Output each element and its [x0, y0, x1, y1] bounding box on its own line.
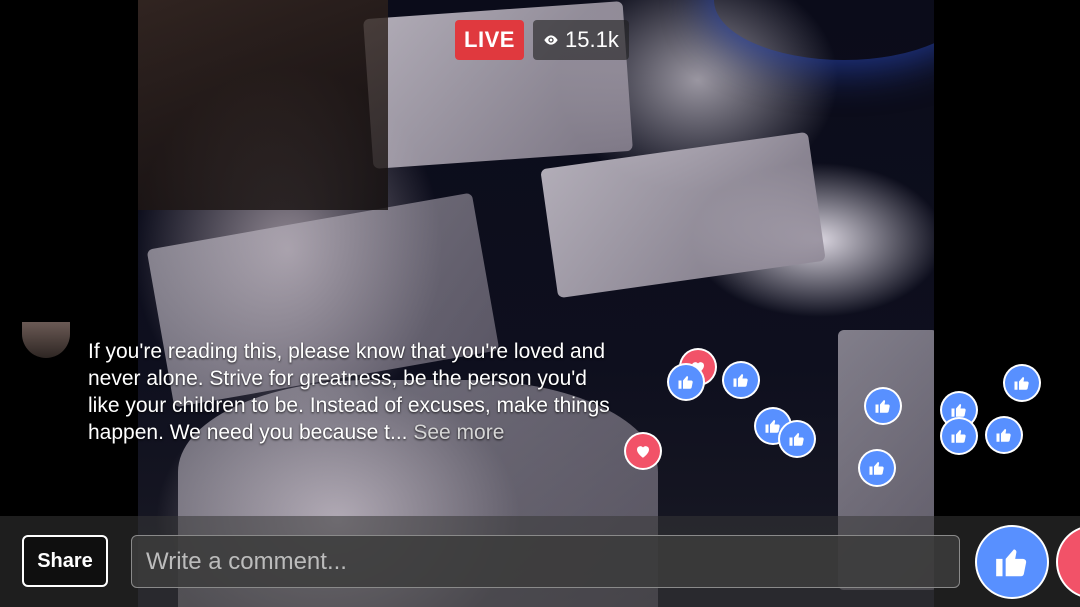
eye-icon: [544, 35, 558, 45]
like-button[interactable]: [977, 527, 1047, 597]
thumbs-up-icon: [987, 418, 1021, 452]
live-badge: LIVE: [455, 20, 524, 60]
station-equipment: [138, 0, 388, 210]
thumbs-up-icon: [942, 419, 976, 453]
thumbs-up-icon: [860, 451, 894, 485]
viewer-count-value: 15.1k: [565, 27, 619, 52]
heart-icon: [626, 434, 660, 468]
earth-horizon: [714, 0, 934, 60]
comment-placeholder: Write a comment...: [146, 547, 347, 575]
thumbs-up-icon: [669, 365, 703, 399]
astronaut: [540, 131, 826, 299]
avatar[interactable]: [22, 322, 70, 358]
comment-text: If you're reading this, please know that…: [88, 340, 610, 444]
thumbs-up-icon: [724, 363, 758, 397]
thumbs-up-icon: [1005, 366, 1039, 400]
live-label: LIVE: [464, 27, 515, 52]
share-button[interactable]: Share: [22, 535, 108, 587]
thumbs-up-icon: [866, 389, 900, 423]
comment: If you're reading this, please know that…: [88, 338, 618, 446]
comment-input[interactable]: Write a comment...: [131, 535, 960, 588]
share-label: Share: [37, 549, 93, 572]
thumbs-up-icon: [780, 422, 814, 456]
viewer-count: 15.1k: [533, 20, 629, 60]
thumbs-up-icon: [996, 549, 1027, 577]
see-more-link[interactable]: See more: [413, 421, 504, 444]
